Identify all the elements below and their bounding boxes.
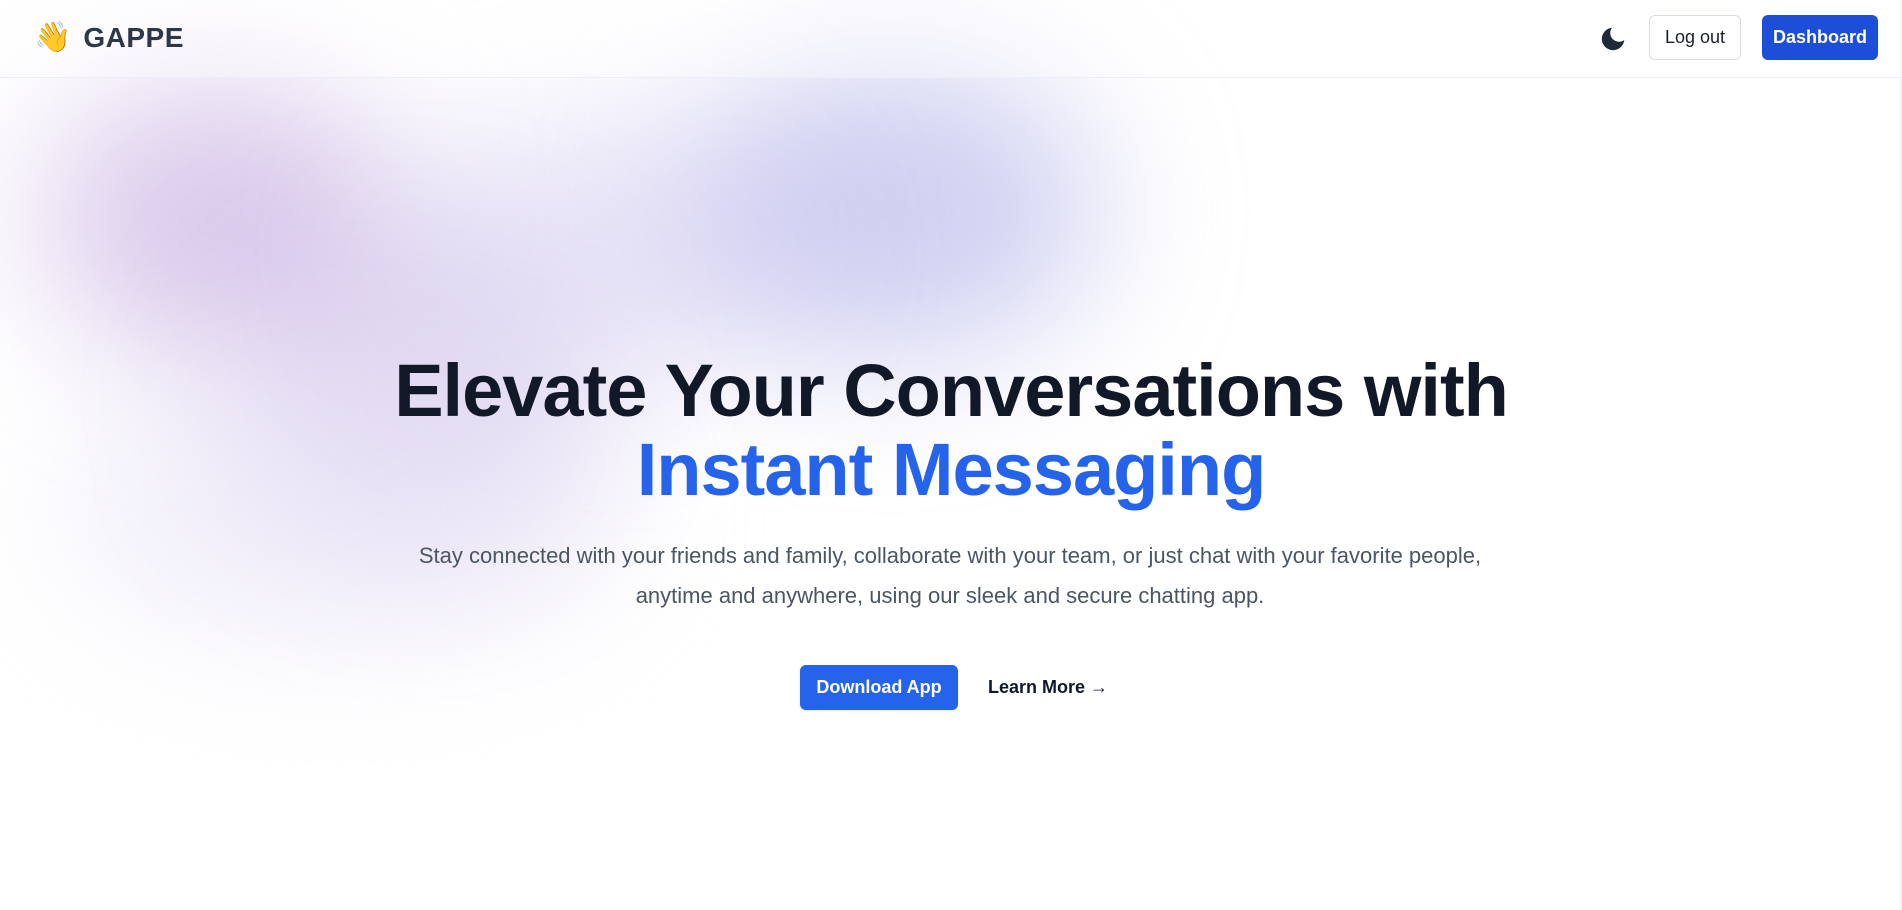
theme-toggle-button[interactable]: [1598, 24, 1628, 54]
brand-name: GAPPE: [83, 22, 184, 53]
brand-logo-link[interactable]: 👋 GAPPE: [34, 20, 184, 56]
hero-cta-row: Download App Learn More →: [800, 665, 1108, 710]
logout-button[interactable]: Log out: [1649, 15, 1741, 60]
moon-icon: [1601, 27, 1625, 51]
hero-subtitle: Stay connected with your friends and fam…: [418, 543, 1482, 608]
hero-headline-accent: Instant Messaging: [636, 428, 1267, 511]
waving-hand-icon: 👋: [34, 21, 72, 54]
hero-headline: Elevate Your Conversations with: [394, 349, 1509, 432]
background-gradient-blob: [680, 60, 1100, 360]
background-gradient-blob: [40, 80, 400, 360]
top-navbar: 👋 GAPPE Log out Dashboard: [0, 0, 1902, 78]
dashboard-button[interactable]: Dashboard: [1762, 15, 1878, 60]
download-app-button[interactable]: Download App: [800, 665, 958, 710]
background-gradient-blob: [380, 120, 800, 380]
landing-page: 👋 GAPPE Log out Dashboard Elevate Your C…: [0, 0, 1902, 910]
learn-more-link[interactable]: Learn More →: [988, 677, 1108, 698]
